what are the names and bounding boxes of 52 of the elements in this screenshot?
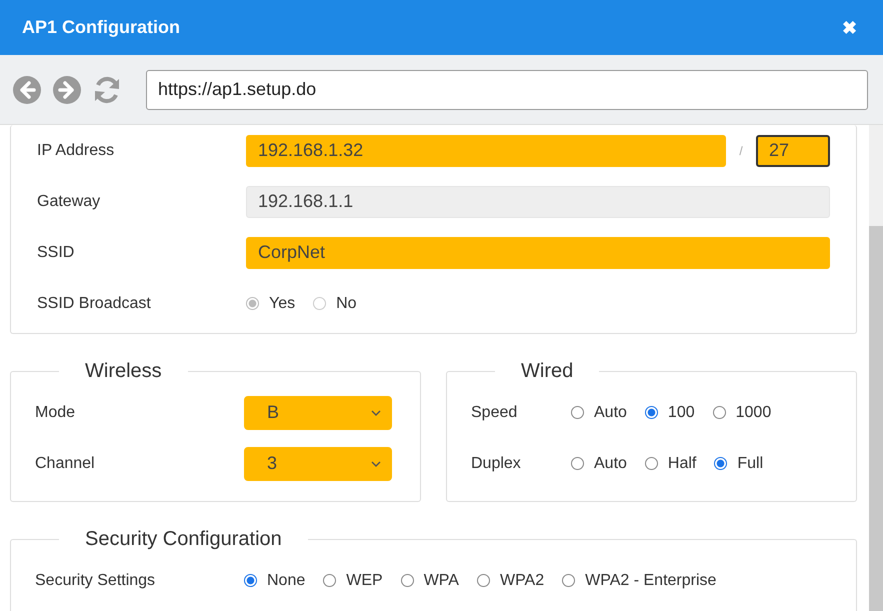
radio-button[interactable] — [714, 457, 728, 470]
radio-button[interactable] — [323, 574, 336, 587]
radio-label: 1000 — [736, 404, 772, 422]
radio-label: Yes — [269, 294, 296, 312]
radio-label: WPA2 — [500, 572, 544, 590]
radio-label: Auto — [594, 454, 627, 472]
radio-label: None — [267, 572, 306, 590]
field-label: IP Address — [37, 142, 116, 160]
field-label: Duplex — [471, 454, 522, 472]
caret-icon — [371, 410, 381, 416]
dropdown[interactable]: B — [244, 396, 392, 430]
radio-label: 100 — [668, 404, 695, 422]
radio-label: Auto — [594, 404, 627, 422]
field-label: Channel — [35, 454, 96, 472]
back-icon[interactable] — [12, 74, 42, 104]
radio-label: WEP — [346, 572, 383, 590]
section-title: Wired — [520, 360, 574, 383]
radio-button[interactable] — [571, 406, 584, 419]
field-label: Security Settings — [35, 572, 156, 590]
caret-icon — [371, 460, 381, 466]
radio-label: WPA2 - Enterprise — [585, 572, 716, 590]
radio-button[interactable] — [244, 574, 257, 587]
radio-button[interactable] — [476, 574, 490, 587]
radio-button[interactable] — [712, 406, 726, 419]
field-label: Mode — [35, 404, 76, 422]
scrollbar[interactable] — [869, 125, 883, 611]
radio-button[interactable] — [644, 457, 658, 470]
dropdown[interactable]: 3 — [244, 446, 392, 480]
field-label: Speed — [471, 404, 518, 422]
radio-label: Half — [668, 454, 696, 472]
close-button[interactable]: ✖ — [838, 16, 861, 38]
ip-address-field[interactable]: 192.168.1.32 — [246, 134, 726, 166]
scrollbar-thumb[interactable] — [869, 226, 883, 611]
radio-label: Full — [737, 454, 764, 472]
radio-button[interactable] — [571, 457, 584, 470]
field-label: SSID — [37, 244, 76, 262]
address-field[interactable]: https://ap1.setup.do — [146, 70, 868, 110]
refresh-icon[interactable] — [92, 74, 122, 104]
radio-button[interactable] — [562, 574, 576, 587]
radio-label: No — [336, 294, 357, 312]
field-label: SSID Broadcast — [37, 294, 152, 312]
field-label: Gateway — [37, 192, 102, 210]
radio-button[interactable] — [644, 406, 658, 419]
prefix-field[interactable]: 27 — [756, 134, 830, 166]
radio-button[interactable] — [400, 574, 414, 587]
slash-separator: / — [738, 144, 744, 158]
window-title: AP1 Configuration — [22, 17, 180, 38]
radio-label: WPA — [424, 572, 459, 590]
forward-icon[interactable] — [52, 74, 82, 104]
section-title: Wireless — [84, 360, 163, 383]
text-field[interactable]: CorpNet — [246, 236, 830, 268]
section-title: Security Configuration — [84, 528, 283, 551]
